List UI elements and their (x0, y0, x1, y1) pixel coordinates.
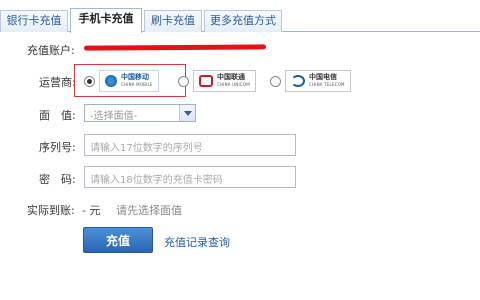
serial-label: 序列号: (39, 141, 76, 154)
tab-swipe-card[interactable]: 刷卡充值 (144, 10, 202, 32)
china-unicom-icon (199, 75, 213, 87)
operator-option-china-telecom[interactable]: 中国电信 CHINA TELECOM (270, 70, 351, 92)
china-mobile-name: 中国移动 (121, 73, 149, 81)
actual-amount-hint: 请先选择面值 (116, 204, 182, 217)
recharge-button[interactable]: 充值 (83, 227, 153, 253)
china-telecom-name: 中国电信 (309, 73, 337, 81)
denomination-value: -选择面值- (90, 111, 138, 122)
tab-bank-card[interactable]: 银行卡充值 (0, 10, 68, 32)
tab-bar: 银行卡充值 手机卡充值 刷卡充值 更多充值方式 (0, 8, 480, 33)
radio-china-unicom[interactable] (178, 75, 189, 87)
china-mobile-icon (105, 75, 117, 87)
redacted-account (83, 44, 267, 51)
chevron-down-icon[interactable] (179, 105, 195, 121)
china-unicom-name: 中国联通 (217, 73, 245, 81)
china-mobile-logo: 中国移动 CHINA MOBILE (99, 70, 159, 92)
china-telecom-icon (291, 75, 305, 87)
china-unicom-logo: 中国联通 CHINA UNICOM (193, 70, 256, 92)
operator-option-china-unicom[interactable]: 中国联通 CHINA UNICOM (178, 70, 256, 92)
china-telecom-logo: 中国电信 CHINA TELECOM (285, 70, 351, 92)
operator-option-china-mobile[interactable]: 中国移动 CHINA MOBILE (84, 70, 159, 92)
denomination-select[interactable]: -选择面值- (84, 104, 196, 122)
actual-amount-value: - 元 (82, 204, 101, 217)
denomination-label: 面 值: (39, 109, 76, 122)
tab-more-methods[interactable]: 更多充值方式 (204, 10, 282, 32)
china-telecom-name-en: CHINA TELECOM (309, 82, 345, 87)
china-mobile-name-en: CHINA MOBILE (121, 82, 153, 87)
china-unicom-name-en: CHINA UNICOM (217, 82, 250, 87)
password-placeholder: 请输入18位数字的充值卡密码 (90, 175, 223, 186)
serial-placeholder: 请输入17位数字的序列号 (90, 143, 203, 154)
radio-china-mobile[interactable] (84, 75, 95, 87)
serial-input[interactable]: 请输入17位数字的序列号 (84, 134, 296, 156)
password-label: 密 码: (39, 173, 76, 186)
tab-phone-card[interactable]: 手机卡充值 (70, 8, 142, 33)
radio-china-telecom[interactable] (270, 75, 281, 87)
password-input[interactable]: 请输入18位数字的充值卡密码 (84, 166, 296, 188)
account-label: 充值账户: (27, 44, 75, 57)
operator-label: 运营商: (39, 76, 76, 89)
recharge-records-link[interactable]: 充值记录查询 (164, 234, 230, 250)
actual-amount-label: 实际到账: (27, 204, 75, 217)
